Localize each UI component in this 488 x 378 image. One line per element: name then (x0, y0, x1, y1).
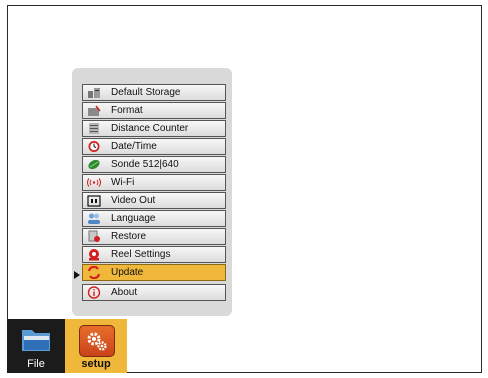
folder-icon (22, 330, 50, 351)
menu-item-label: Restore (111, 231, 147, 242)
menu-item-label: Format (111, 105, 143, 116)
menu-item-about[interactable]: About (82, 284, 226, 301)
menu-item-label: About (111, 287, 138, 298)
menu-item-label: Update (111, 267, 144, 278)
storage-icon (87, 86, 101, 99)
format-icon (87, 104, 101, 117)
video-out-icon (87, 194, 101, 207)
distance-counter-icon (87, 122, 101, 135)
taskbar-setup-button[interactable]: setup (65, 319, 127, 373)
menu-item-date-time[interactable]: Date/Time (82, 138, 226, 155)
sonde-icon (87, 158, 101, 171)
menu-item-restore[interactable]: Restore (82, 228, 226, 245)
menu-item-label: Language (111, 213, 156, 224)
menu-item-label: Default Storage (111, 87, 181, 98)
menu-item-language[interactable]: Language (82, 210, 226, 227)
menu-item-sonde[interactable]: Sonde 512|640 (82, 156, 226, 173)
menu-item-distance-counter[interactable]: Distance Counter (82, 120, 226, 137)
menu-item-label: Sonde 512|640 (111, 159, 179, 170)
menu-item-update[interactable]: Update (82, 264, 226, 281)
taskbar-file-label: File (27, 358, 45, 370)
update-icon (87, 266, 101, 279)
menu-item-format[interactable]: Format (82, 102, 226, 119)
menu-item-label: Wi-Fi (111, 177, 135, 188)
language-icon (87, 212, 101, 225)
taskbar-file-button[interactable]: File (7, 319, 65, 373)
reel-icon (87, 248, 101, 261)
menu-item-default-storage[interactable]: Default Storage (82, 84, 226, 101)
info-icon (87, 286, 101, 299)
menu-item-reel-settings[interactable]: Reel Settings (82, 246, 226, 263)
menu-item-label: Video Out (111, 195, 156, 206)
restore-icon (87, 230, 101, 243)
menu-item-label: Reel Settings (111, 249, 171, 260)
menu-item-label: Distance Counter (111, 123, 189, 134)
menu-item-video-out[interactable]: Video Out (82, 192, 226, 209)
menu-item-label: Date/Time (111, 141, 157, 152)
menu-item-wifi[interactable]: Wi-Fi (82, 174, 226, 191)
gear-icon (79, 325, 115, 357)
wifi-icon (87, 176, 101, 189)
selection-arrow-icon (74, 271, 80, 279)
clock-icon (87, 140, 101, 153)
taskbar-setup-label: setup (81, 358, 111, 370)
